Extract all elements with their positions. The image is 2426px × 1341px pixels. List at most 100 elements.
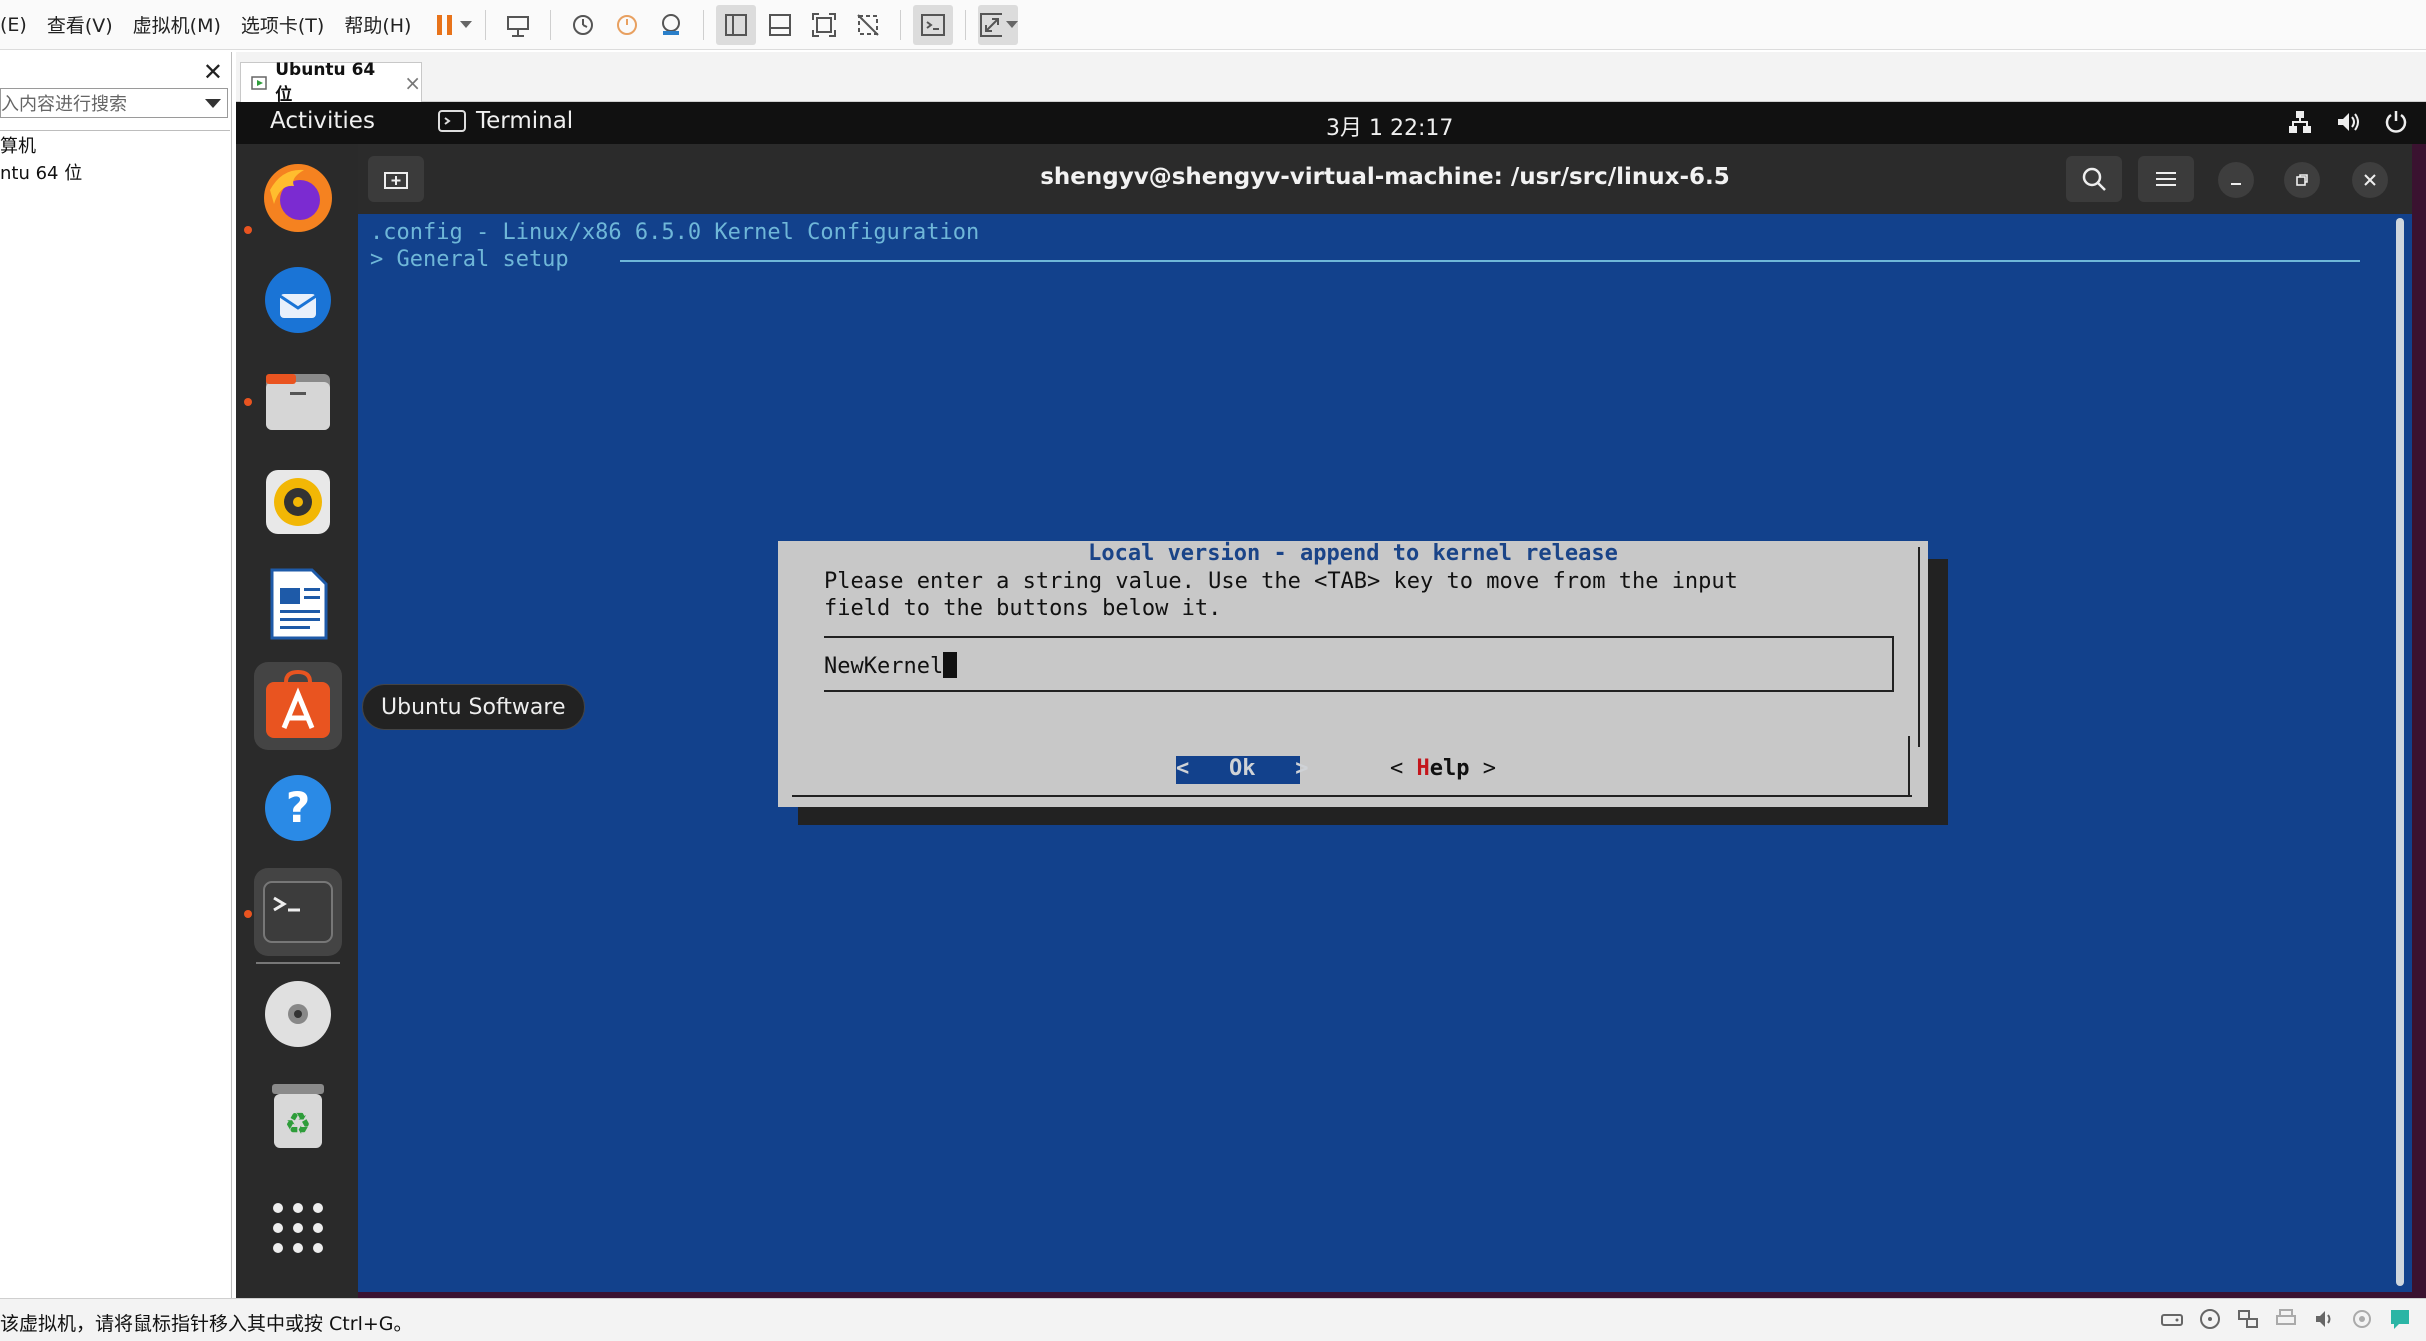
unity-button[interactable]	[848, 5, 888, 45]
dialog-message: Please enter a string value. Use the <TA…	[824, 569, 1738, 621]
input-value: NewKernel	[824, 654, 944, 679]
terminal-content[interactable]: .config - Linux/x86 6.5.0 Kernel Configu…	[358, 214, 2388, 1292]
tree-item-ubuntu[interactable]: ntu 64 位	[0, 160, 230, 187]
scrollbar-thumb[interactable]	[2396, 218, 2404, 1286]
pause-icon	[437, 14, 453, 35]
dock-item-help[interactable]: ?	[254, 764, 342, 852]
revert-snapshot-icon	[617, 14, 638, 35]
local-version-input[interactable]: NewKernel	[824, 636, 1894, 692]
dock-item-writer[interactable]	[254, 560, 342, 648]
running-indicator	[244, 226, 252, 234]
hamburger-menu-button[interactable]	[2138, 156, 2194, 202]
vmware-menubar: (E) 查看(V) 虚拟机(M) 选项卡(T) 帮助(H)	[0, 0, 2426, 50]
dock-item-terminal[interactable]	[254, 868, 342, 956]
menu-tabs[interactable]: 选项卡(T)	[241, 11, 344, 38]
stretch-icon	[980, 12, 1003, 37]
dialog-border	[1908, 736, 1910, 796]
dock-item-firefox[interactable]	[254, 154, 342, 242]
ubuntu-software-icon	[266, 669, 330, 738]
usb-icon[interactable]	[2350, 1307, 2374, 1331]
network-icon	[2289, 111, 2311, 133]
dock-separator	[256, 962, 340, 964]
search-dropdown-caret[interactable]	[205, 99, 221, 108]
network-adapter-icon[interactable]	[2236, 1307, 2260, 1331]
close-tab-icon[interactable]: ×	[404, 71, 421, 95]
activities-button[interactable]: Activities	[270, 108, 375, 134]
dock-item-ubuntu-software[interactable]	[254, 662, 342, 750]
terminal-window[interactable]: shengyv@shengyv-virtual-machine: /usr/sr…	[358, 144, 2412, 1292]
menu-vm[interactable]: 虚拟机(M)	[133, 11, 241, 38]
ok-button[interactable]: < Ok >	[1176, 756, 1308, 784]
console-icon	[921, 13, 946, 36]
terminal-icon	[263, 881, 333, 943]
menu-help[interactable]: 帮助(H)	[344, 11, 431, 38]
pause-button[interactable]	[433, 5, 473, 45]
help-bracket-left: <	[1390, 756, 1417, 781]
tab-label: Ubuntu 64 位	[275, 60, 376, 105]
dock-item-dvd[interactable]	[254, 970, 342, 1058]
help-hotkey: H	[1416, 756, 1430, 781]
dock-item-thunderbird[interactable]	[254, 256, 342, 344]
tab-ubuntu-64[interactable]: Ubuntu 64 位 ×	[240, 60, 422, 105]
running-indicator	[244, 910, 252, 918]
library-layout-icon	[725, 13, 748, 36]
library-search-input[interactable]: 入内容进行搜索	[0, 88, 228, 118]
minimize-button[interactable]	[2218, 162, 2254, 198]
full-screen-icon	[812, 12, 837, 37]
terminal-scrollbar[interactable]	[2388, 214, 2412, 1292]
cd-rom-icon[interactable]	[2198, 1307, 2222, 1331]
app-menu[interactable]: Terminal	[438, 108, 573, 134]
running-indicator	[244, 398, 252, 406]
snapshot-icon	[573, 14, 594, 35]
console-view-button[interactable]	[913, 4, 954, 45]
restore-button[interactable]	[2284, 162, 2320, 198]
dock-item-trash[interactable]: ♻	[254, 1072, 342, 1160]
breadcrumb-rule	[620, 260, 2360, 262]
show-library-button[interactable]	[716, 4, 757, 45]
text-cursor	[943, 652, 958, 678]
volume-icon	[2338, 113, 2359, 131]
send-keys-icon	[507, 15, 530, 37]
menu-view[interactable]: 查看(V)	[47, 11, 133, 38]
snapshot-button[interactable]	[563, 5, 603, 45]
thumbnail-layout-icon	[769, 13, 792, 36]
firefox-icon	[264, 164, 332, 232]
full-screen-button[interactable]	[804, 5, 844, 45]
dock-item-rhythmbox[interactable]	[254, 458, 342, 546]
stretch-guest-button[interactable]	[978, 4, 1019, 45]
hard-disk-icon[interactable]	[2160, 1307, 2184, 1331]
clock[interactable]: 3月 1 22:17	[1326, 110, 1453, 142]
close-icon	[2364, 174, 2376, 186]
snapshot-manager-button[interactable]	[651, 5, 691, 45]
menu-edit[interactable]: (E)	[0, 14, 47, 36]
thunderbird-icon	[265, 267, 331, 333]
help-button[interactable]: < Help >	[1390, 756, 1496, 781]
dock-tooltip: Ubuntu Software	[362, 684, 585, 730]
restore-icon	[2296, 174, 2308, 186]
thumbnail-bar-button[interactable]	[760, 5, 800, 45]
guest-screen[interactable]: Activities Terminal 3月 1 22:17 ? ♻ sheng…	[236, 102, 2426, 1298]
toolbar-separator	[900, 9, 902, 40]
stretch-dropdown-caret[interactable]	[1006, 21, 1019, 28]
files-icon	[266, 374, 330, 430]
search-button[interactable]	[2066, 156, 2122, 202]
trash-icon: ♻	[272, 1084, 324, 1148]
tree-item-my-computer[interactable]: 算机	[0, 133, 230, 160]
sound-card-icon[interactable]	[2312, 1307, 2336, 1331]
dock-item-show-apps[interactable]	[254, 1184, 342, 1272]
toolbar-separator	[703, 9, 705, 40]
revert-snapshot-button[interactable]	[607, 5, 647, 45]
pause-dropdown-caret[interactable]	[460, 21, 473, 28]
system-tray[interactable]	[2286, 108, 2410, 136]
close-library-icon[interactable]: ✕	[203, 58, 223, 86]
close-window-button[interactable]	[2352, 162, 2388, 198]
unity-icon	[857, 13, 880, 36]
printer-icon[interactable]	[2274, 1307, 2298, 1331]
menuconfig-breadcrumb: > General setup	[370, 247, 569, 272]
libreoffice-writer-icon	[270, 568, 328, 640]
send-ctrl-alt-del-button[interactable]	[498, 5, 538, 45]
library-search-placeholder: 入内容进行搜索	[1, 94, 127, 115]
dock-item-files[interactable]	[254, 356, 342, 444]
message-log-icon[interactable]	[2388, 1307, 2412, 1331]
dock: ? ♻	[236, 144, 358, 1298]
